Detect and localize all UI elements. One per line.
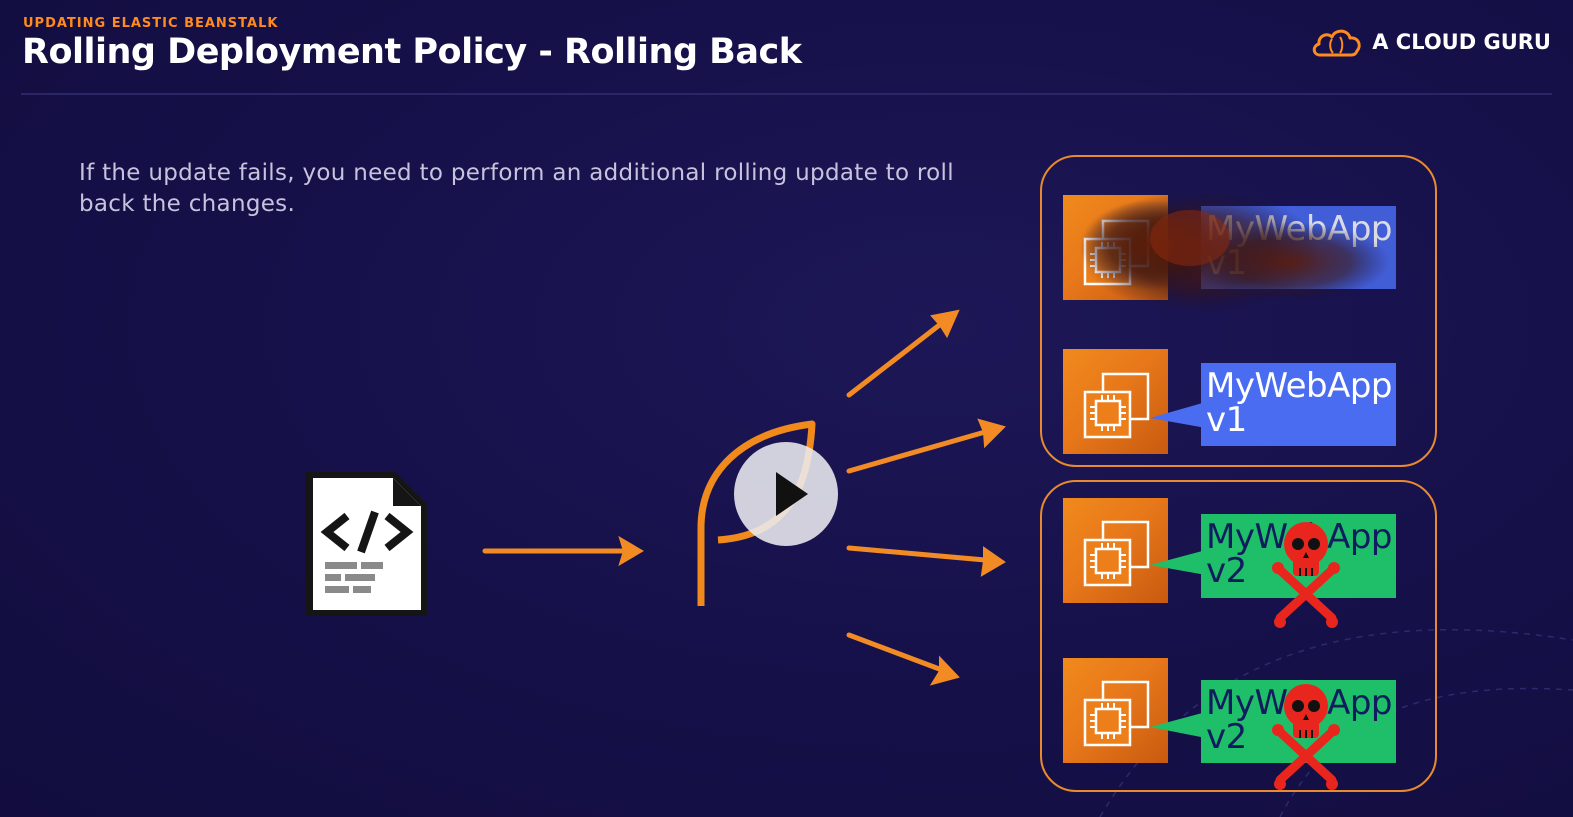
instance-decor-layer xyxy=(1080,190,1390,817)
ec2-instance-icon-3 xyxy=(1083,520,1150,587)
smoke-effect xyxy=(1080,190,1390,314)
ec2-instance-icon-4 xyxy=(1083,680,1150,747)
skull-crossbones-icon-4 xyxy=(1272,684,1340,790)
ec2-instance-icon-2 xyxy=(1083,372,1150,439)
play-button[interactable] xyxy=(734,442,838,546)
play-icon xyxy=(776,472,808,516)
skull-crossbones-icon-3 xyxy=(1272,522,1340,628)
